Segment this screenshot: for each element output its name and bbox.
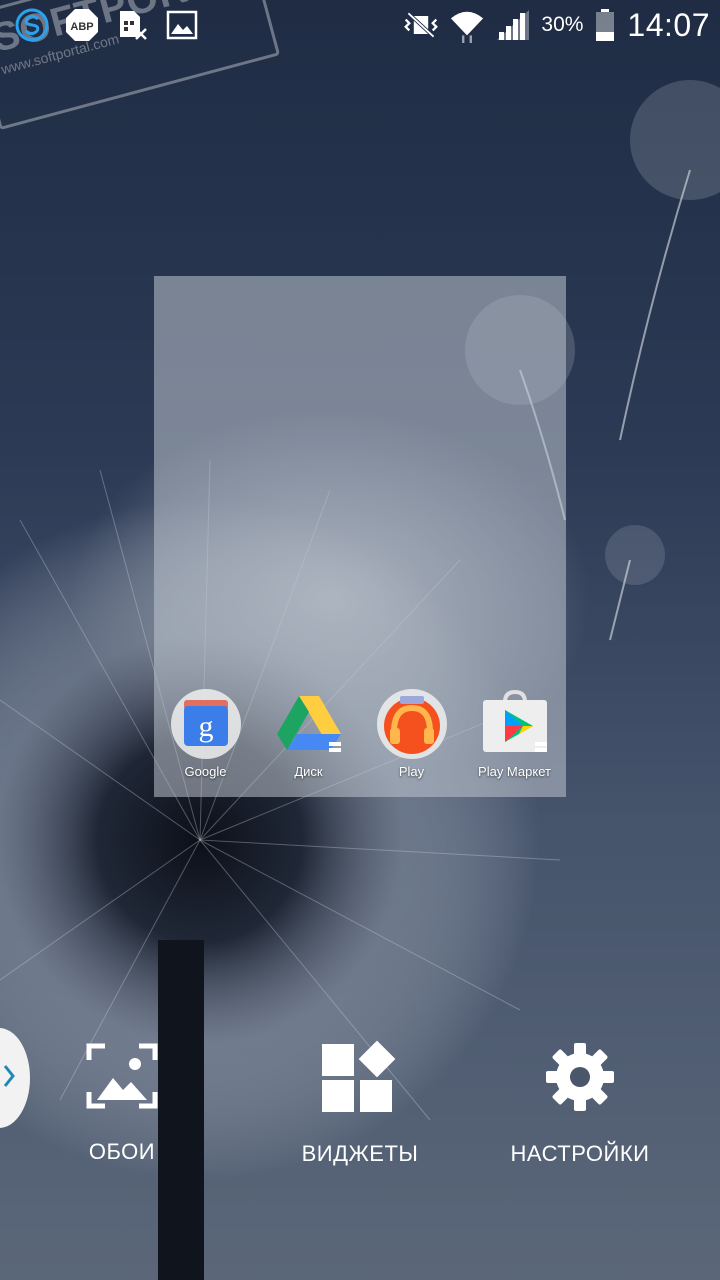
battery-icon — [593, 7, 617, 43]
widgets-icon — [320, 1040, 400, 1119]
app-play-store[interactable]: Play Маркет — [463, 688, 566, 779]
gear-icon — [543, 1040, 617, 1119]
widgets-button[interactable]: ВИДЖЕТЫ — [300, 1040, 420, 1167]
home-screen-preview[interactable]: g Google Диск Play Play Маркет — [154, 276, 566, 797]
wallpapers-button[interactable]: ОБОИ — [72, 1040, 172, 1165]
wifi-icon — [449, 7, 485, 43]
battery-percent: 30% — [541, 13, 584, 36]
app-label: Play Маркет — [478, 764, 551, 779]
widgets-label: ВИДЖЕТЫ — [301, 1141, 419, 1166]
adblock-abp-icon: ABP — [64, 7, 100, 43]
app-label: Google — [184, 764, 227, 779]
settings-button[interactable]: НАСТРОЙКИ — [511, 1040, 649, 1167]
abp-text: ABP — [70, 21, 93, 33]
google-drive-icon — [273, 688, 345, 760]
svg-text:g: g — [198, 710, 213, 743]
settings-label: НАСТРОЙКИ — [510, 1141, 650, 1166]
app-google[interactable]: g Google — [154, 688, 257, 779]
play-store-icon — [479, 688, 551, 760]
play-music-icon — [376, 688, 448, 760]
status-bar: ABP 30% 14:07 — [0, 0, 720, 50]
wallpapers-label: ОБОИ — [88, 1139, 156, 1164]
preview-app-row: g Google Диск Play Play Маркет — [154, 688, 566, 779]
overview-actions-bar: ОБОИ ВИДЖЕТЫ НАСТРОЙКИ — [0, 1040, 720, 1170]
app-label: Диск — [294, 764, 323, 779]
s-app-icon — [14, 7, 50, 43]
sim-card-x-icon — [114, 7, 150, 43]
image-icon — [164, 7, 200, 43]
clock: 14:07 — [627, 6, 710, 43]
app-play-music[interactable]: Play — [360, 688, 463, 779]
app-label: Play — [398, 764, 425, 779]
google-search-icon: g — [170, 688, 242, 760]
signal-icon — [495, 7, 531, 43]
wallpaper-icon — [85, 1040, 159, 1117]
vibrate-icon — [403, 7, 439, 43]
app-drive[interactable]: Диск — [257, 688, 360, 779]
